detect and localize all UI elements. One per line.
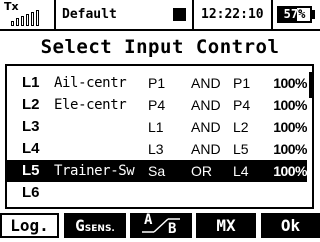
log-label: Log. <box>10 216 49 235</box>
list-item[interactable]: L2 Ele-centr P4 AND P4 100% <box>7 94 308 116</box>
divider <box>54 0 56 30</box>
battery-percent: 57% <box>283 7 306 21</box>
softkey-bar: Log. GSENS. A B MX Ok <box>0 212 320 240</box>
gsens-sub-label: SENS. <box>84 224 115 234</box>
percent-value: 100% <box>273 119 307 135</box>
switch-name: Trainer-Sw <box>54 163 135 179</box>
mx-button[interactable]: MX <box>196 213 256 238</box>
operator: OR <box>191 163 212 179</box>
list-item[interactable]: L6 <box>7 182 307 204</box>
list-item[interactable]: L1 Ail-centr P1 AND P1 100% <box>7 72 308 94</box>
operator: AND <box>191 141 221 157</box>
operator: AND <box>191 119 221 135</box>
percent-value: 100% <box>273 75 307 91</box>
divider <box>271 0 273 30</box>
status-bar: Tx Default 12:22:10 57% <box>0 0 320 31</box>
status-divider <box>0 29 320 31</box>
switch-index: L4 <box>22 140 40 157</box>
signal-bars-icon <box>11 10 47 26</box>
percent-value: 100% <box>273 163 307 179</box>
switch-index: L2 <box>22 96 40 113</box>
ok-button[interactable]: Ok <box>261 213 320 238</box>
source-a: L1 <box>148 119 164 135</box>
percent-value: 100% <box>273 141 307 157</box>
source-b: L5 <box>233 141 249 157</box>
source-a: P1 <box>148 75 166 91</box>
switch-name: Ail-centr <box>54 75 127 91</box>
page-title: Select Input Control <box>40 36 280 58</box>
source-a: P4 <box>148 97 166 113</box>
b-label: B <box>168 221 177 237</box>
source-a: Sa <box>148 163 166 179</box>
ok-label: Ok <box>280 216 301 235</box>
gsens-label: G <box>75 216 85 235</box>
operator: AND <box>191 75 221 91</box>
switch-arrow-icon <box>142 218 180 233</box>
model-name[interactable]: Default <box>62 7 117 22</box>
logical-switch-list[interactable]: L1 Ail-centr P1 AND P1 100% L2 Ele-centr… <box>5 64 314 209</box>
percent-value: 100% <box>273 97 307 113</box>
list-item[interactable]: L4 L3 AND L5 100% <box>7 138 308 160</box>
switch-index: L1 <box>22 74 40 91</box>
source-b: L2 <box>233 119 249 135</box>
switch-name: Ele-centr <box>54 97 127 113</box>
log-button[interactable]: Log. <box>0 213 59 238</box>
switch-index: L6 <box>22 184 40 201</box>
switch-index: L3 <box>22 118 40 135</box>
divider <box>192 0 194 30</box>
source-b: L4 <box>233 163 249 179</box>
source-a: L3 <box>148 141 164 157</box>
operator: AND <box>191 97 221 113</box>
source-b: P1 <box>233 75 251 91</box>
list-item[interactable]: L3 L1 AND L2 100% <box>7 116 308 138</box>
mx-label: MX <box>216 216 236 235</box>
source-b: P4 <box>233 97 251 113</box>
ab-switch-button[interactable]: A B <box>130 212 192 238</box>
clock: 12:22:10 <box>201 7 264 22</box>
list-item[interactable]: L5 Trainer-Sw Sa OR L4 100% <box>7 160 308 182</box>
scrollbar[interactable] <box>309 72 312 98</box>
a-label: A <box>144 212 153 228</box>
switch-index: L5 <box>22 162 40 179</box>
stop-square-icon <box>173 8 186 21</box>
gsens-button[interactable]: GSENS. <box>64 213 126 238</box>
